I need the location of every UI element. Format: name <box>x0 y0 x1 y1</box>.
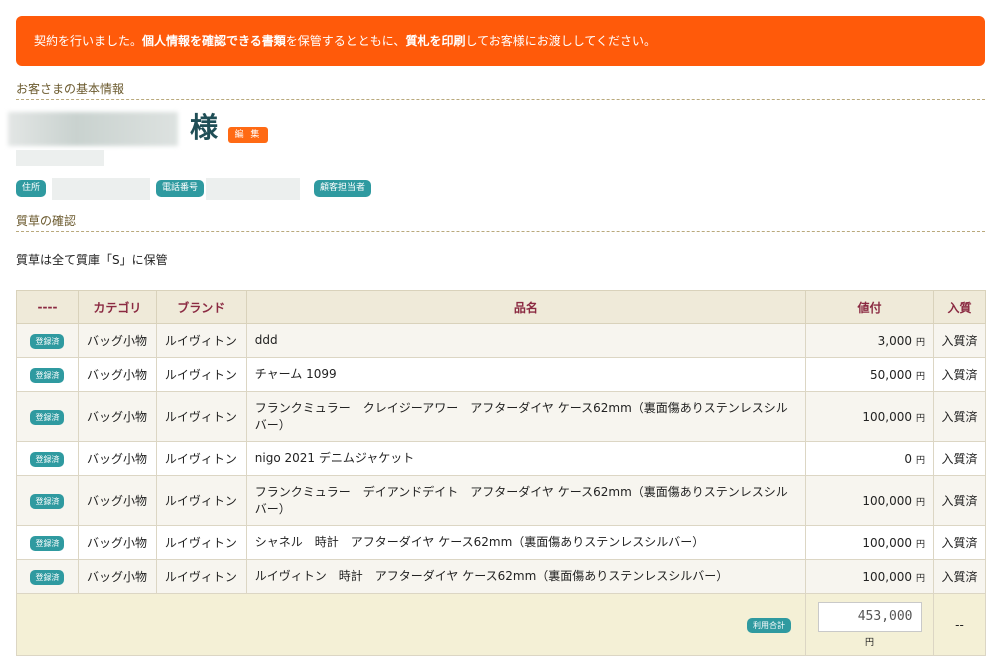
cell-item-name: チャーム 1099 <box>245 357 807 392</box>
table-row: 登録済 バッグ小物 ルイヴィトン チャーム 1099 50,000 円 入質済 <box>16 357 986 392</box>
cell-status: 入質済 <box>933 391 986 442</box>
cell-price: 100,000 <box>862 569 912 584</box>
registered-badge: 登録済 <box>30 367 65 383</box>
address-tag: 住所 <box>16 180 47 197</box>
total-amount-field[interactable]: 453,000 <box>817 601 922 632</box>
yen-unit: 円 <box>916 497 926 508</box>
redacted-customer-name <box>8 112 178 146</box>
banner-bold-2: 質札を印刷 <box>405 34 466 48</box>
cell-item-name: nigo 2021 デニムジャケット <box>245 441 807 476</box>
cell-category: バッグ小物 <box>77 525 157 560</box>
col-header-item-name: 品名 <box>245 290 807 324</box>
cell-brand: ルイヴィトン <box>155 323 247 358</box>
yen-unit: 円 <box>916 337 926 348</box>
cell-brand: ルイヴィトン <box>155 559 247 594</box>
yen-unit: 円 <box>916 573 926 584</box>
table-row: 登録済 バッグ小物 ルイヴィトン フランクミュラー クレイジーアワー アフターダ… <box>16 391 986 442</box>
cell-status: 入質済 <box>933 475 986 526</box>
total-status: -- <box>933 593 986 656</box>
cell-price: 0 <box>904 451 912 466</box>
customer-name-suffix: 様 <box>190 111 219 144</box>
redacted-phone <box>206 178 300 200</box>
yen-unit: 円 <box>916 413 926 424</box>
cell-price: 50,000 <box>870 367 912 382</box>
registered-badge: 登録済 <box>30 451 65 467</box>
total-label: 利用合計 <box>747 617 792 633</box>
cell-item-name: ルイヴィトン 時計 アフターダイヤ ケース62mm（裏面傷ありステンレスシルバー… <box>245 559 807 594</box>
col-header-status: 入質 <box>933 290 986 324</box>
cell-category: バッグ小物 <box>77 441 157 476</box>
yen-unit: 円 <box>916 455 926 466</box>
cell-category: バッグ小物 <box>77 391 157 442</box>
staff-tag: 顧客担当者 <box>314 180 372 197</box>
registered-badge: 登録済 <box>30 333 65 349</box>
table-row: 登録済 バッグ小物 ルイヴィトン nigo 2021 デニムジャケット 0円 入… <box>16 441 986 476</box>
storage-info: 質草は全て質庫「S」に保管 <box>16 253 168 267</box>
banner-bold-1: 個人情報を確認できる書類 <box>142 34 286 48</box>
table-row: 登録済 バッグ小物 ルイヴィトン ddd 3,000 円 入質済 <box>16 323 986 358</box>
edit-button[interactable]: 編 集 <box>228 127 268 143</box>
registered-badge: 登録済 <box>30 535 65 551</box>
registered-badge: 登録済 <box>30 493 65 509</box>
cell-status: 入質済 <box>933 357 986 392</box>
registered-badge: 登録済 <box>30 409 65 425</box>
banner-text-3: してお客様にお渡ししてください。 <box>465 34 657 48</box>
col-header-price: 値付 <box>805 290 935 324</box>
banner-text-1: 契約を行いました。 <box>34 34 143 48</box>
cell-category: バッグ小物 <box>77 559 157 594</box>
cell-item-name: ddd <box>245 323 807 358</box>
cell-brand: ルイヴィトン <box>155 525 247 560</box>
redacted-customer-kana <box>16 150 104 166</box>
cell-price: 3,000 <box>877 333 912 348</box>
table-row: 登録済 バッグ小物 ルイヴィトン シャネル 時計 アフターダイヤ ケース62mm… <box>16 525 986 560</box>
cell-item-name: フランクミュラー デイアンドデイト アフターダイヤ ケース62mm（裏面傷ありス… <box>245 475 807 526</box>
col-header-brand: ブランド <box>155 290 247 324</box>
redacted-address <box>52 178 150 200</box>
cell-status: 入質済 <box>933 559 986 594</box>
cell-brand: ルイヴィトン <box>155 391 247 442</box>
cell-brand: ルイヴィトン <box>155 441 247 476</box>
cell-price: 100,000 <box>862 409 912 424</box>
cell-price: 100,000 <box>862 493 912 508</box>
phone-tag: 電話番号 <box>156 180 205 197</box>
table-row: 登録済 バッグ小物 ルイヴィトン ルイヴィトン 時計 アフターダイヤ ケース62… <box>16 559 986 594</box>
total-yen-unit: 円 <box>865 637 875 648</box>
cell-category: バッグ小物 <box>77 475 157 526</box>
cell-brand: ルイヴィトン <box>155 475 247 526</box>
cell-price: 100,000 <box>862 535 912 550</box>
table-row: 登録済 バッグ小物 ルイヴィトン フランクミュラー デイアンドデイト アフターダ… <box>16 475 986 526</box>
pawn-items-table: ---- カテゴリ ブランド 品名 値付 入質 登録済 バッグ小物 ルイヴィトン… <box>15 290 986 656</box>
table-header-row: ---- カテゴリ ブランド 品名 値付 入質 <box>16 290 986 324</box>
cell-item-name: フランクミュラー クレイジーアワー アフターダイヤ ケース62mm（裏面傷ありス… <box>245 391 807 442</box>
yen-unit: 円 <box>916 539 926 550</box>
cell-category: バッグ小物 <box>77 357 157 392</box>
col-header-marker: ---- <box>16 290 79 324</box>
cell-status: 入質済 <box>933 441 986 476</box>
cell-item-name: シャネル 時計 アフターダイヤ ケース62mm（裏面傷ありステンレスシルバー） <box>245 525 807 560</box>
banner-text-2: を保管するとともに、 <box>285 34 406 48</box>
cell-status: 入質済 <box>933 323 986 358</box>
registered-badge: 登録済 <box>30 569 65 585</box>
notification-banner: 契約を行いました。個人情報を確認できる書類を保管するとともに、質札を印刷してお客… <box>16 16 985 66</box>
cell-brand: ルイヴィトン <box>155 357 247 392</box>
customer-section-title: お客さまの基本情報 <box>16 80 985 100</box>
pawn-section-title: 質草の確認 <box>16 212 985 232</box>
cell-category: バッグ小物 <box>77 323 157 358</box>
col-header-category: カテゴリ <box>77 290 157 324</box>
cell-status: 入質済 <box>933 525 986 560</box>
total-row: 利用合計 453,000 円 -- <box>15 593 986 656</box>
yen-unit: 円 <box>916 371 926 382</box>
